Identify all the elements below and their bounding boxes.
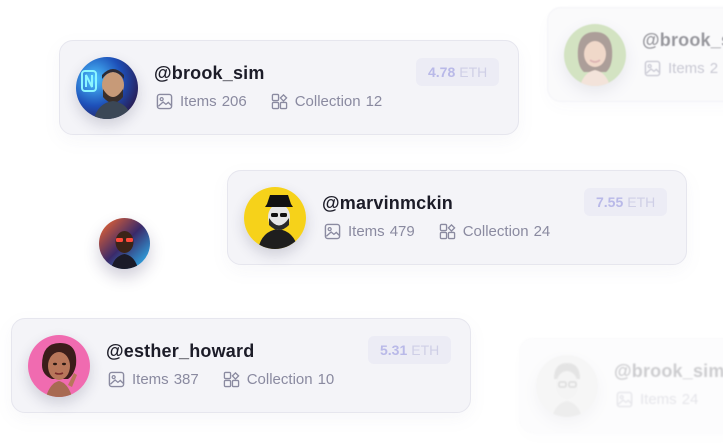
items-label: Items (348, 223, 385, 240)
items-value: 387 (173, 371, 199, 388)
collection-value: 10 (317, 371, 335, 388)
price-currency: ETH (459, 64, 488, 80)
items-count: Items 387 (108, 371, 199, 388)
collection-label: Collection (246, 371, 313, 388)
creator-meta: Items 24 (616, 391, 722, 408)
items-value: 206 (221, 93, 247, 110)
avatar-faded-bottom-right[interactable] (536, 355, 598, 417)
price-value: 5.31 (380, 342, 408, 358)
creator-card-marvinmckin[interactable]: @marvinmckin Items 479 Collection 24 7.5… (227, 170, 687, 265)
creator-handle[interactable]: @marvinmckin (322, 193, 453, 214)
items-value: 2 (709, 60, 719, 77)
creator-meta: Items 479 Collection 24 (324, 223, 574, 240)
collection-label: Collection (462, 223, 529, 240)
items-label: Items (640, 391, 677, 408)
man-with-hat-yellow-avatar-icon (244, 187, 306, 249)
creator-handle[interactable]: @brook_sim (614, 361, 723, 382)
price-value: 7.55 (596, 194, 624, 210)
creator-cards-stage: @brook_sim Items 206 Collection 12 4.78 … (0, 0, 723, 448)
avatar-esther-howard[interactable] (28, 335, 90, 397)
price-value: 4.78 (428, 64, 456, 80)
creator-card-faded-bottom-right[interactable]: @brook_sim Items 24 (519, 338, 723, 433)
price-currency: ETH (411, 342, 440, 358)
creator-handle[interactable]: @esther_howard (106, 341, 254, 362)
grid-icon (271, 93, 288, 110)
creator-meta: Items 387 Collection 10 (108, 371, 358, 388)
items-count: Items 206 (156, 93, 247, 110)
woman-pink-background-avatar-icon (28, 335, 90, 397)
creator-meta: Items 206 Collection 12 (156, 93, 406, 110)
man-with-neon-glasses-avatar-icon (99, 218, 150, 269)
image-icon (644, 60, 661, 77)
avatar-faded-top-right[interactable] (564, 24, 626, 86)
man-with-beard-neon-avatar-icon (76, 57, 138, 119)
creator-handle[interactable]: @brook_sim (642, 30, 723, 51)
collection-count: Collection 24 (439, 223, 551, 240)
items-value: 24 (681, 391, 699, 408)
image-icon (324, 223, 341, 240)
man-with-glasses-avatar-icon (536, 355, 598, 417)
creator-meta: Items 2 (644, 60, 723, 77)
image-icon (156, 93, 173, 110)
price-badge: 5.31 ETH (368, 336, 452, 364)
creator-card-brook-sim[interactable]: @brook_sim Items 206 Collection 12 4.78 … (59, 40, 519, 135)
image-icon (108, 371, 125, 388)
items-count: Items 479 (324, 223, 415, 240)
items-label: Items (180, 93, 217, 110)
items-value: 479 (389, 223, 415, 240)
grid-icon (439, 223, 456, 240)
collection-count: Collection 12 (271, 93, 383, 110)
grid-icon (223, 371, 240, 388)
creator-card-esther-howard[interactable]: @esther_howard Items 387 Collection 10 5… (11, 318, 471, 413)
items-count: Items 2 (644, 60, 718, 77)
creator-card-faded-top-right[interactable]: @brook_sim Items 2 (547, 7, 723, 102)
creator-handle[interactable]: @brook_sim (154, 63, 265, 84)
items-count: Items 24 (616, 391, 698, 408)
image-icon (616, 391, 633, 408)
items-label: Items (132, 371, 169, 388)
floating-avatar[interactable] (99, 218, 150, 269)
price-currency: ETH (627, 194, 656, 210)
woman-portrait-avatar-icon (564, 24, 626, 86)
collection-count: Collection 10 (223, 371, 335, 388)
price-badge: 7.55 ETH (584, 188, 668, 216)
avatar-brook-sim[interactable] (76, 57, 138, 119)
collection-value: 24 (533, 223, 551, 240)
avatar-marvinmckin[interactable] (244, 187, 306, 249)
collection-value: 12 (365, 93, 383, 110)
price-badge: 4.78 ETH (416, 58, 500, 86)
items-label: Items (668, 60, 705, 77)
collection-label: Collection (294, 93, 361, 110)
